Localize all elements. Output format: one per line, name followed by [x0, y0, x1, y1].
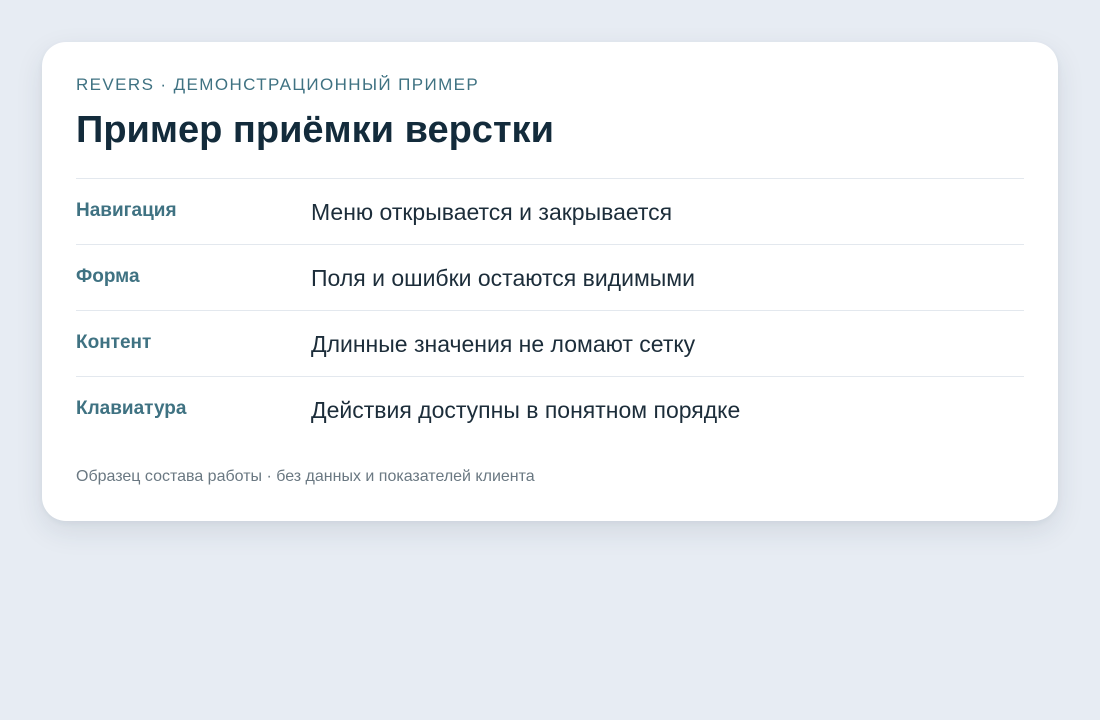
criteria-value: Действия доступны в понятном порядке	[311, 397, 741, 423]
criteria-value: Длинные значения не ломают сетку	[311, 331, 696, 357]
criteria-row-content: Контент Длинные значения не ломают сетку	[76, 311, 1024, 377]
criteria-value: Меню открывается и закрывается	[311, 199, 673, 225]
footnote: Образец состава работы · без данных и по…	[76, 468, 535, 485]
criteria-label: Контент	[76, 332, 152, 353]
criteria-label: Навигация	[76, 200, 177, 221]
criteria-row-form: Форма Поля и ошибки остаются видимыми	[76, 245, 1024, 311]
criteria-label: Клавиатура	[76, 398, 187, 419]
criteria-label: Форма	[76, 266, 140, 287]
criteria-list: Навигация Меню открывается и закрывается…	[76, 178, 1024, 443]
criteria-row-keyboard: Клавиатура Действия доступны в понятном …	[76, 377, 1024, 443]
criteria-row-navigation: Навигация Меню открывается и закрывается	[76, 179, 1024, 245]
eyebrow-label: REVERS · ДЕМОНСТРАЦИОННЫЙ ПРИМЕР	[76, 75, 480, 94]
acceptance-card: REVERS · ДЕМОНСТРАЦИОННЫЙ ПРИМЕР Пример …	[42, 42, 1058, 521]
page-title: Пример приёмки верстки	[76, 109, 554, 151]
criteria-value: Поля и ошибки остаются видимыми	[311, 265, 695, 291]
